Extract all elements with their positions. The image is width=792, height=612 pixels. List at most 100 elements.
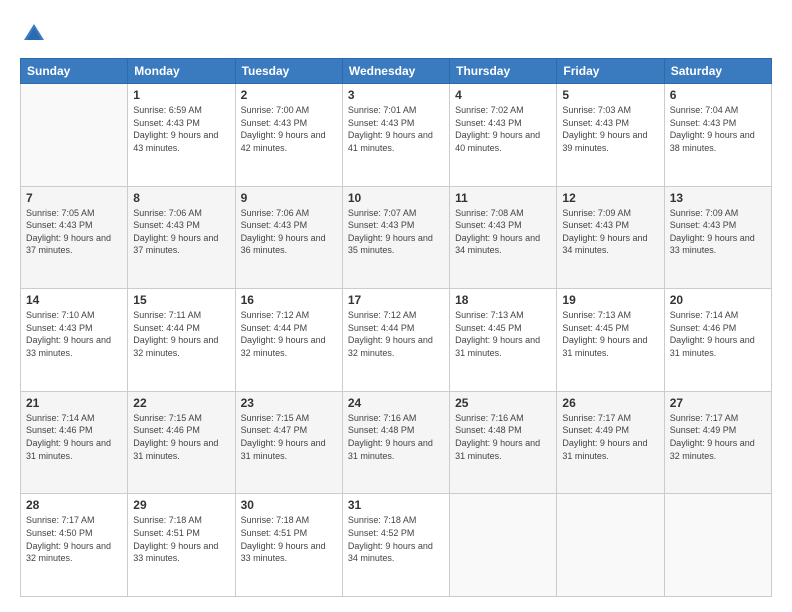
day-number: 6 (670, 88, 766, 102)
sunset-text: Sunset: 4:50 PM (26, 527, 122, 540)
sunrise-text: Sunrise: 7:04 AM (670, 104, 766, 117)
sunrise-text: Sunrise: 7:06 AM (133, 207, 229, 220)
day-number: 27 (670, 396, 766, 410)
day-info: Sunrise: 7:15 AM Sunset: 4:47 PM Dayligh… (241, 412, 337, 462)
day-number: 28 (26, 498, 122, 512)
calendar-cell: 18 Sunrise: 7:13 AM Sunset: 4:45 PM Dayl… (450, 289, 557, 392)
daylight-text: Daylight: 9 hours and 31 minutes. (455, 437, 551, 462)
daylight-text: Daylight: 9 hours and 37 minutes. (133, 232, 229, 257)
day-number: 30 (241, 498, 337, 512)
sunrise-text: Sunrise: 7:11 AM (133, 309, 229, 322)
sunset-text: Sunset: 4:47 PM (241, 424, 337, 437)
sunrise-text: Sunrise: 7:15 AM (133, 412, 229, 425)
sunset-text: Sunset: 4:46 PM (670, 322, 766, 335)
sunset-text: Sunset: 4:44 PM (241, 322, 337, 335)
day-number: 2 (241, 88, 337, 102)
day-info: Sunrise: 7:17 AM Sunset: 4:49 PM Dayligh… (670, 412, 766, 462)
sunrise-text: Sunrise: 7:12 AM (348, 309, 444, 322)
sunrise-text: Sunrise: 7:14 AM (670, 309, 766, 322)
day-info: Sunrise: 7:04 AM Sunset: 4:43 PM Dayligh… (670, 104, 766, 154)
day-number: 12 (562, 191, 658, 205)
calendar-cell: 1 Sunrise: 6:59 AM Sunset: 4:43 PM Dayli… (128, 84, 235, 187)
day-number: 22 (133, 396, 229, 410)
day-info: Sunrise: 7:17 AM Sunset: 4:50 PM Dayligh… (26, 514, 122, 564)
calendar-cell: 27 Sunrise: 7:17 AM Sunset: 4:49 PM Dayl… (664, 391, 771, 494)
sunset-text: Sunset: 4:43 PM (562, 117, 658, 130)
sunrise-text: Sunrise: 7:13 AM (455, 309, 551, 322)
calendar-cell: 15 Sunrise: 7:11 AM Sunset: 4:44 PM Dayl… (128, 289, 235, 392)
sunrise-text: Sunrise: 7:07 AM (348, 207, 444, 220)
day-info: Sunrise: 7:06 AM Sunset: 4:43 PM Dayligh… (133, 207, 229, 257)
day-info: Sunrise: 7:07 AM Sunset: 4:43 PM Dayligh… (348, 207, 444, 257)
daylight-text: Daylight: 9 hours and 31 minutes. (26, 437, 122, 462)
daylight-text: Daylight: 9 hours and 33 minutes. (241, 540, 337, 565)
header (20, 15, 772, 48)
day-info: Sunrise: 7:09 AM Sunset: 4:43 PM Dayligh… (670, 207, 766, 257)
calendar-header-tuesday: Tuesday (235, 59, 342, 84)
sunset-text: Sunset: 4:44 PM (348, 322, 444, 335)
calendar-cell: 2 Sunrise: 7:00 AM Sunset: 4:43 PM Dayli… (235, 84, 342, 187)
sunrise-text: Sunrise: 7:18 AM (348, 514, 444, 527)
day-info: Sunrise: 7:09 AM Sunset: 4:43 PM Dayligh… (562, 207, 658, 257)
sunrise-text: Sunrise: 7:15 AM (241, 412, 337, 425)
day-number: 25 (455, 396, 551, 410)
calendar-cell: 6 Sunrise: 7:04 AM Sunset: 4:43 PM Dayli… (664, 84, 771, 187)
sunrise-text: Sunrise: 7:00 AM (241, 104, 337, 117)
sunrise-text: Sunrise: 7:10 AM (26, 309, 122, 322)
daylight-text: Daylight: 9 hours and 32 minutes. (133, 334, 229, 359)
day-number: 13 (670, 191, 766, 205)
daylight-text: Daylight: 9 hours and 34 minutes. (348, 540, 444, 565)
sunrise-text: Sunrise: 7:17 AM (562, 412, 658, 425)
day-number: 7 (26, 191, 122, 205)
day-number: 15 (133, 293, 229, 307)
sunset-text: Sunset: 4:52 PM (348, 527, 444, 540)
day-info: Sunrise: 7:11 AM Sunset: 4:44 PM Dayligh… (133, 309, 229, 359)
day-number: 19 (562, 293, 658, 307)
sunrise-text: Sunrise: 7:02 AM (455, 104, 551, 117)
day-info: Sunrise: 7:18 AM Sunset: 4:51 PM Dayligh… (133, 514, 229, 564)
calendar-cell: 9 Sunrise: 7:06 AM Sunset: 4:43 PM Dayli… (235, 186, 342, 289)
calendar-table: SundayMondayTuesdayWednesdayThursdayFrid… (20, 58, 772, 597)
day-number: 31 (348, 498, 444, 512)
sunset-text: Sunset: 4:43 PM (26, 322, 122, 335)
daylight-text: Daylight: 9 hours and 32 minutes. (348, 334, 444, 359)
calendar-week-row: 1 Sunrise: 6:59 AM Sunset: 4:43 PM Dayli… (21, 84, 772, 187)
sunset-text: Sunset: 4:43 PM (241, 219, 337, 232)
calendar-cell: 31 Sunrise: 7:18 AM Sunset: 4:52 PM Dayl… (342, 494, 449, 597)
day-info: Sunrise: 7:14 AM Sunset: 4:46 PM Dayligh… (26, 412, 122, 462)
day-info: Sunrise: 7:18 AM Sunset: 4:52 PM Dayligh… (348, 514, 444, 564)
day-number: 3 (348, 88, 444, 102)
day-number: 11 (455, 191, 551, 205)
day-info: Sunrise: 7:05 AM Sunset: 4:43 PM Dayligh… (26, 207, 122, 257)
day-number: 17 (348, 293, 444, 307)
calendar-header-sunday: Sunday (21, 59, 128, 84)
day-number: 18 (455, 293, 551, 307)
day-number: 4 (455, 88, 551, 102)
day-info: Sunrise: 7:03 AM Sunset: 4:43 PM Dayligh… (562, 104, 658, 154)
calendar-header-saturday: Saturday (664, 59, 771, 84)
daylight-text: Daylight: 9 hours and 31 minutes. (133, 437, 229, 462)
day-info: Sunrise: 7:10 AM Sunset: 4:43 PM Dayligh… (26, 309, 122, 359)
day-number: 26 (562, 396, 658, 410)
daylight-text: Daylight: 9 hours and 33 minutes. (26, 334, 122, 359)
sunset-text: Sunset: 4:43 PM (133, 117, 229, 130)
calendar-cell: 11 Sunrise: 7:08 AM Sunset: 4:43 PM Dayl… (450, 186, 557, 289)
sunrise-text: Sunrise: 7:16 AM (455, 412, 551, 425)
sunset-text: Sunset: 4:43 PM (562, 219, 658, 232)
daylight-text: Daylight: 9 hours and 32 minutes. (26, 540, 122, 565)
daylight-text: Daylight: 9 hours and 31 minutes. (348, 437, 444, 462)
day-info: Sunrise: 7:13 AM Sunset: 4:45 PM Dayligh… (455, 309, 551, 359)
calendar-header-row: SundayMondayTuesdayWednesdayThursdayFrid… (21, 59, 772, 84)
daylight-text: Daylight: 9 hours and 33 minutes. (133, 540, 229, 565)
calendar-header-thursday: Thursday (450, 59, 557, 84)
day-info: Sunrise: 7:12 AM Sunset: 4:44 PM Dayligh… (241, 309, 337, 359)
day-info: Sunrise: 7:16 AM Sunset: 4:48 PM Dayligh… (455, 412, 551, 462)
sunrise-text: Sunrise: 7:03 AM (562, 104, 658, 117)
sunset-text: Sunset: 4:43 PM (241, 117, 337, 130)
calendar-week-row: 28 Sunrise: 7:17 AM Sunset: 4:50 PM Dayl… (21, 494, 772, 597)
day-number: 16 (241, 293, 337, 307)
daylight-text: Daylight: 9 hours and 37 minutes. (26, 232, 122, 257)
daylight-text: Daylight: 9 hours and 35 minutes. (348, 232, 444, 257)
daylight-text: Daylight: 9 hours and 31 minutes. (562, 334, 658, 359)
daylight-text: Daylight: 9 hours and 31 minutes. (241, 437, 337, 462)
